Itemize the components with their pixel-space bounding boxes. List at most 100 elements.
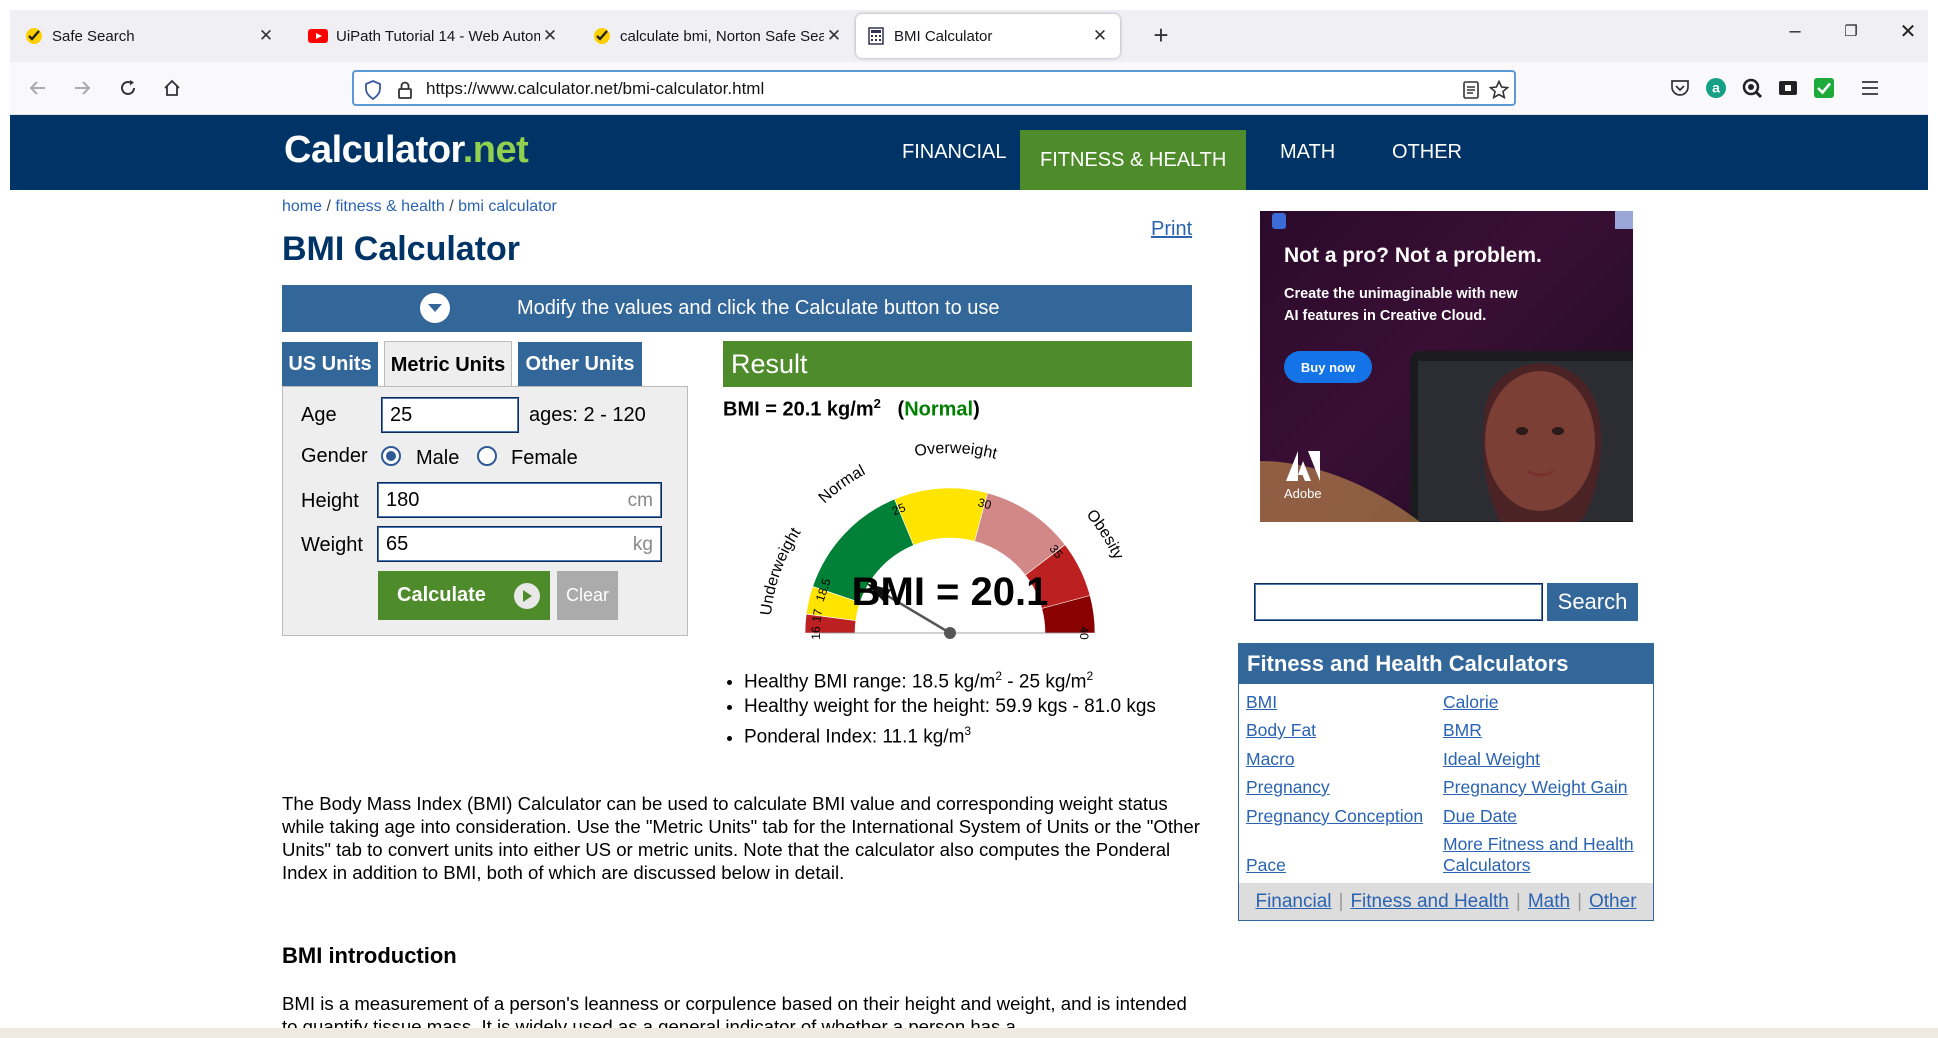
bmi-status: Normal [904,398,974,421]
fitness-calculators-title: Fitness and Health Calculators [1239,644,1653,684]
menu-hamburger-icon[interactable] [1858,76,1882,100]
close-window-icon[interactable]: ✕ [1893,16,1923,46]
weight-value: 65 [386,532,409,555]
footer-separator: | [1515,890,1521,912]
link-body-fat[interactable]: Body Fat [1246,720,1316,741]
tab-title: calculate bmi, Norton Safe Sear [620,27,824,45]
age-input[interactable]: 25 [381,397,519,433]
category-footer-links: Financial | Fitness and Health | Math | Other [1239,883,1653,920]
youtube-icon [308,26,328,46]
footer-link-other[interactable]: Other [1589,891,1637,913]
breadcrumb-bmi-calculator[interactable]: bmi calculator [458,198,557,215]
new-tab-plus-icon[interactable]: + [1146,20,1176,50]
reader-view-icon[interactable] [1460,80,1482,100]
footer-link-math[interactable]: Math [1528,891,1570,913]
calculate-button[interactable]: Calculate [378,571,550,620]
close-icon[interactable]: ✕ [1090,26,1110,46]
back-arrow-icon[interactable] [24,74,52,102]
tab-bmi-calculator[interactable]: BMI Calculator ✕ [856,14,1120,58]
reload-icon[interactable] [114,74,142,102]
tab-uipath-tutorial[interactable]: UiPath Tutorial 14 - Web Autom ✕ [298,14,570,58]
tab-calculate-bmi[interactable]: calculate bmi, Norton Safe Sear ✕ [582,14,854,58]
nav-math[interactable]: MATH [1260,115,1355,190]
link-macro[interactable]: Macro [1246,749,1295,770]
tab-us-units[interactable]: US Units [282,342,378,387]
height-input[interactable]: 180 cm [377,482,662,518]
calculator-icon [866,26,886,46]
ad-buy-now-button[interactable]: Buy now [1284,351,1372,383]
close-icon[interactable]: ✕ [824,26,844,46]
link-pregnancy[interactable]: Pregnancy [1246,777,1330,798]
link-calorie[interactable]: Calorie [1443,692,1498,713]
gender-female-radio[interactable] [477,446,497,466]
close-icon[interactable]: ✕ [256,26,276,46]
link-pace[interactable]: Pace [1246,855,1286,876]
bmi-result-value: BMI = 20.1 kg/m [723,398,874,421]
modify-values-bar[interactable]: Modify the values and click the Calculat… [282,285,1192,332]
address-bar[interactable]: https://www.calculator.net/bmi-calculato… [352,70,1516,106]
url-text[interactable]: https://www.calculator.net/bmi-calculato… [426,79,764,99]
gauge-pivot [944,627,956,639]
extension-dark-icon[interactable] [1776,76,1800,100]
shield-icon[interactable] [362,80,384,100]
link-bmi[interactable]: BMI [1246,692,1277,713]
page-title: BMI Calculator [282,230,521,268]
height-value: 180 [386,488,420,511]
norton-icon [24,26,44,46]
tab-other-units[interactable]: Other Units [518,342,642,387]
calculator-net-logo[interactable]: Calculator.net [284,129,529,172]
footer-separator: | [1577,890,1582,912]
minimize-icon[interactable]: – [1780,16,1810,46]
adobe-icon [1286,451,1320,481]
nav-financial[interactable]: FINANCIAL [882,115,1026,190]
restore-icon[interactable]: ❐ [1836,16,1866,46]
link-pregnancy-conception[interactable]: Pregnancy Conception [1246,806,1423,827]
svg-text:a: a [1712,80,1720,96]
footer-link-financial[interactable]: Financial [1255,891,1331,913]
lock-icon[interactable] [394,80,416,100]
close-icon[interactable]: ✕ [540,26,560,46]
gauge-category-underweight: Underweight [760,524,805,616]
chevron-down-icon[interactable] [420,293,450,323]
tab-title: UiPath Tutorial 14 - Web Autom [336,27,540,45]
weight-input[interactable]: 65 kg [377,526,662,562]
link-ideal-weight[interactable]: Ideal Weight [1443,749,1540,770]
breadcrumb-home[interactable]: home [282,198,322,215]
norton-icon [592,26,612,46]
link-bmr[interactable]: BMR [1443,720,1482,741]
footer-separator: | [1338,890,1344,912]
clear-button[interactable]: Clear [557,571,618,620]
modify-bar-text: Modify the values and click the Calculat… [517,297,1000,319]
gender-female-label[interactable]: Female [511,447,578,470]
list-item: Ponderal Index: 11.1 kg/m3 [744,719,1156,749]
search-extension-icon[interactable] [1740,76,1764,100]
gender-male-radio[interactable] [381,446,401,466]
print-link[interactable]: Print [1151,218,1192,241]
link-more-fitness-calculators[interactable]: More Fitness and Health Calculators [1443,834,1643,876]
ad-brand: Adobe [1284,486,1322,501]
home-icon[interactable] [158,74,186,102]
gender-male-label[interactable]: Male [416,447,459,470]
tab-safe-search[interactable]: Safe Search ✕ [14,14,286,58]
gauge-center-text: BMI = 20.1 [852,570,1049,614]
nav-other[interactable]: OTHER [1372,115,1482,190]
extension-a-icon[interactable]: a [1704,76,1728,100]
link-pregnancy-weight-gain[interactable]: Pregnancy Weight Gain [1443,777,1628,798]
footer-link-fitness-health[interactable]: Fitness and Health [1350,891,1508,913]
link-due-date[interactable]: Due Date [1443,806,1517,827]
weight-label: Weight [301,534,363,556]
nav-fitness-health[interactable]: FITNESS & HEALTH [1020,130,1247,190]
site-search-input[interactable] [1254,583,1543,621]
logo-net: net [472,129,529,171]
tab-metric-units[interactable]: Metric Units [384,341,512,388]
gender-label: Gender [301,445,368,467]
search-button[interactable]: Search [1547,583,1638,621]
bookmark-star-icon[interactable] [1488,80,1510,100]
checkmark-extension-icon[interactable] [1812,76,1836,100]
advertisement[interactable]: Not a pro? Not a problem. Create the uni… [1260,211,1633,522]
weight-unit: kg [632,534,653,555]
breadcrumb-fitness-health[interactable]: fitness & health [335,198,444,215]
pocket-icon[interactable] [1668,76,1692,100]
ad-subtext: Create the unimaginable with new AI feat… [1284,286,1518,324]
forward-arrow-icon[interactable] [68,74,96,102]
